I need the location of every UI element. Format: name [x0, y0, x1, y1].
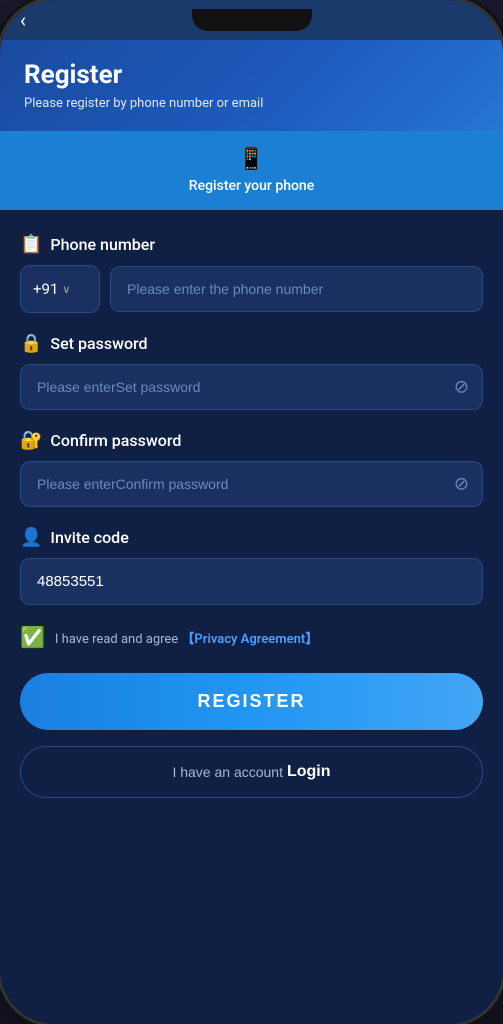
form-section: 📋 Phone number +91 ∨ 🔒 Set password — [0, 210, 503, 1024]
invite-code-input[interactable] — [20, 558, 483, 605]
notch-area — [0, 0, 503, 40]
phone-tab-icon: 📱 — [238, 147, 265, 172]
privacy-link[interactable]: 【Privacy Agreement】 — [181, 632, 318, 647]
eye-off-icon-set[interactable]: ⊘ — [454, 377, 469, 398]
page-subtitle: Please register by phone number or email — [24, 96, 479, 111]
header-section: Register Please register by phone number… — [0, 40, 503, 131]
lock-icon-confirm: 🔐 — [20, 430, 42, 451]
login-highlight-text: Login — [287, 763, 331, 781]
tab-section: 📱 Register your phone — [0, 131, 503, 210]
agreement-row: ✅ I have read and agree 【Privacy Agreeme… — [20, 625, 483, 649]
set-password-label: Set password — [50, 334, 147, 353]
set-password-label-row: 🔒 Set password — [20, 333, 483, 354]
phone-input-row: +91 ∨ — [20, 265, 483, 313]
tab-label: Register your phone — [189, 178, 314, 194]
phone-number-group: 📋 Phone number +91 ∨ — [20, 234, 483, 313]
confirm-password-label-row: 🔐 Confirm password — [20, 430, 483, 451]
confirm-password-label: Confirm password — [50, 431, 181, 450]
confirm-password-wrapper: ⊘ — [20, 461, 483, 507]
tab-bar: 📱 Register your phone — [0, 131, 503, 210]
eye-off-icon-confirm[interactable]: ⊘ — [454, 474, 469, 495]
login-prefix-text: I have an account — [172, 764, 283, 780]
invite-code-label: Invite code — [50, 528, 128, 547]
confirm-password-group: 🔐 Confirm password ⊘ — [20, 430, 483, 507]
notch — [192, 9, 312, 31]
country-code-selector[interactable]: +91 ∨ — [20, 265, 100, 313]
agreement-text: I have read and agree 【Privacy Agreement… — [55, 628, 318, 647]
register-button[interactable]: Register — [20, 673, 483, 730]
screen: Register Please register by phone number… — [0, 40, 503, 1024]
tab-register-phone[interactable]: 📱 Register your phone — [0, 131, 503, 210]
phone-label-row: 📋 Phone number — [20, 234, 483, 255]
set-password-input[interactable] — [20, 364, 483, 410]
set-password-group: 🔒 Set password ⊘ — [20, 333, 483, 410]
invite-code-label-row: 👤 Invite code — [20, 527, 483, 548]
confirm-password-input[interactable] — [20, 461, 483, 507]
lock-icon-set: 🔒 — [20, 333, 42, 354]
phone-number-input[interactable] — [110, 266, 483, 312]
invite-code-group: 👤 Invite code — [20, 527, 483, 605]
phone-frame: ‹ Register Please register by phone numb… — [0, 0, 503, 1024]
set-password-wrapper: ⊘ — [20, 364, 483, 410]
login-button[interactable]: I have an account Login — [20, 746, 483, 798]
agreement-check-icon[interactable]: ✅ — [20, 625, 45, 649]
phone-label: Phone number — [50, 235, 155, 254]
dropdown-arrow-icon: ∨ — [62, 283, 70, 296]
user-icon: 👤 — [20, 527, 42, 548]
page-title: Register — [24, 60, 479, 90]
country-code-value: +91 — [33, 280, 58, 298]
phone-field-icon: 📋 — [20, 234, 42, 255]
